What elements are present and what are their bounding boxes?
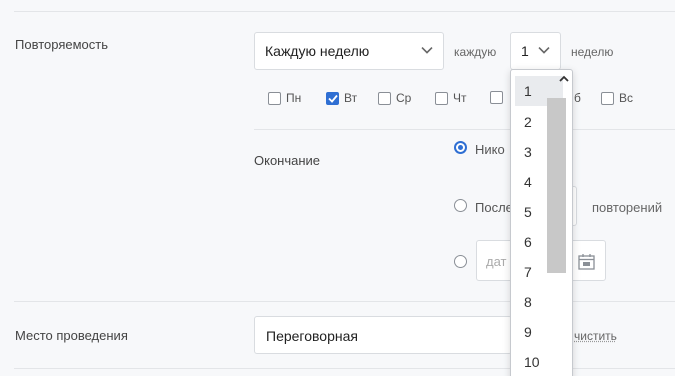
dropdown-option[interactable]: 9 [515,317,563,347]
dropdown-scrollbar-thumb[interactable] [547,98,566,273]
chevron-down-icon [421,47,433,54]
weekday-wed[interactable]: Ср [378,91,411,105]
end-date-placeholder: дат [486,254,507,269]
weekday-mon[interactable]: Пн [268,91,301,105]
frequency-value: Каждую неделю [265,43,370,59]
location-input[interactable]: Переговорная [254,316,512,354]
location-label: Место проведения [15,328,128,343]
checkbox-checked-icon [326,91,339,105]
checkbox-icon [378,91,391,105]
repeat-label: Повторяемость [15,37,108,52]
checkbox-icon [490,91,503,104]
ending-divider [14,301,675,302]
checkbox-icon [601,91,614,105]
weekday-label: Ср [396,91,412,105]
bottom-divider [14,368,675,369]
unit-label: неделю [571,45,614,59]
weekday-label: Вс [619,91,634,105]
ending-never-label: Нико [475,142,505,157]
weekday-label: б [574,91,581,105]
ending-date-radio[interactable] [454,255,467,268]
top-divider [14,11,675,12]
weekday-label: Вт [344,91,358,105]
clear-link[interactable]: чистить [574,329,617,343]
scroll-up-arrow-icon[interactable] [559,74,569,84]
chevron-down-icon [538,47,550,54]
location-value: Переговорная [266,328,358,344]
dropdown-option[interactable]: 8 [515,287,563,317]
ending-label: Окончание [254,153,321,168]
dropdown-option[interactable]: 10 [515,347,563,376]
weekday-label: Пн [286,91,302,105]
weekday-tue[interactable]: Вт [326,91,357,105]
interval-select[interactable]: 1 [510,32,561,70]
weekdays-divider [254,129,675,130]
calendar-icon [578,254,595,270]
ending-after-radio[interactable] [454,199,467,212]
checkbox-icon [268,91,281,105]
repetitions-label: повторений [592,200,663,215]
frequency-select[interactable]: Каждую неделю [254,32,444,70]
weekday-fri[interactable] [490,91,508,104]
weekday-label: Чт [453,91,467,105]
weekday-sat[interactable]: б [574,91,581,105]
ending-never-radio[interactable] [454,141,467,154]
every-label: каждую [454,45,497,59]
weekday-thu[interactable]: Чт [435,91,467,105]
weekday-sun[interactable]: Вс [601,91,633,105]
ending-after-label: После [475,200,513,215]
interval-value: 1 [521,43,529,59]
checkbox-icon [435,91,448,105]
